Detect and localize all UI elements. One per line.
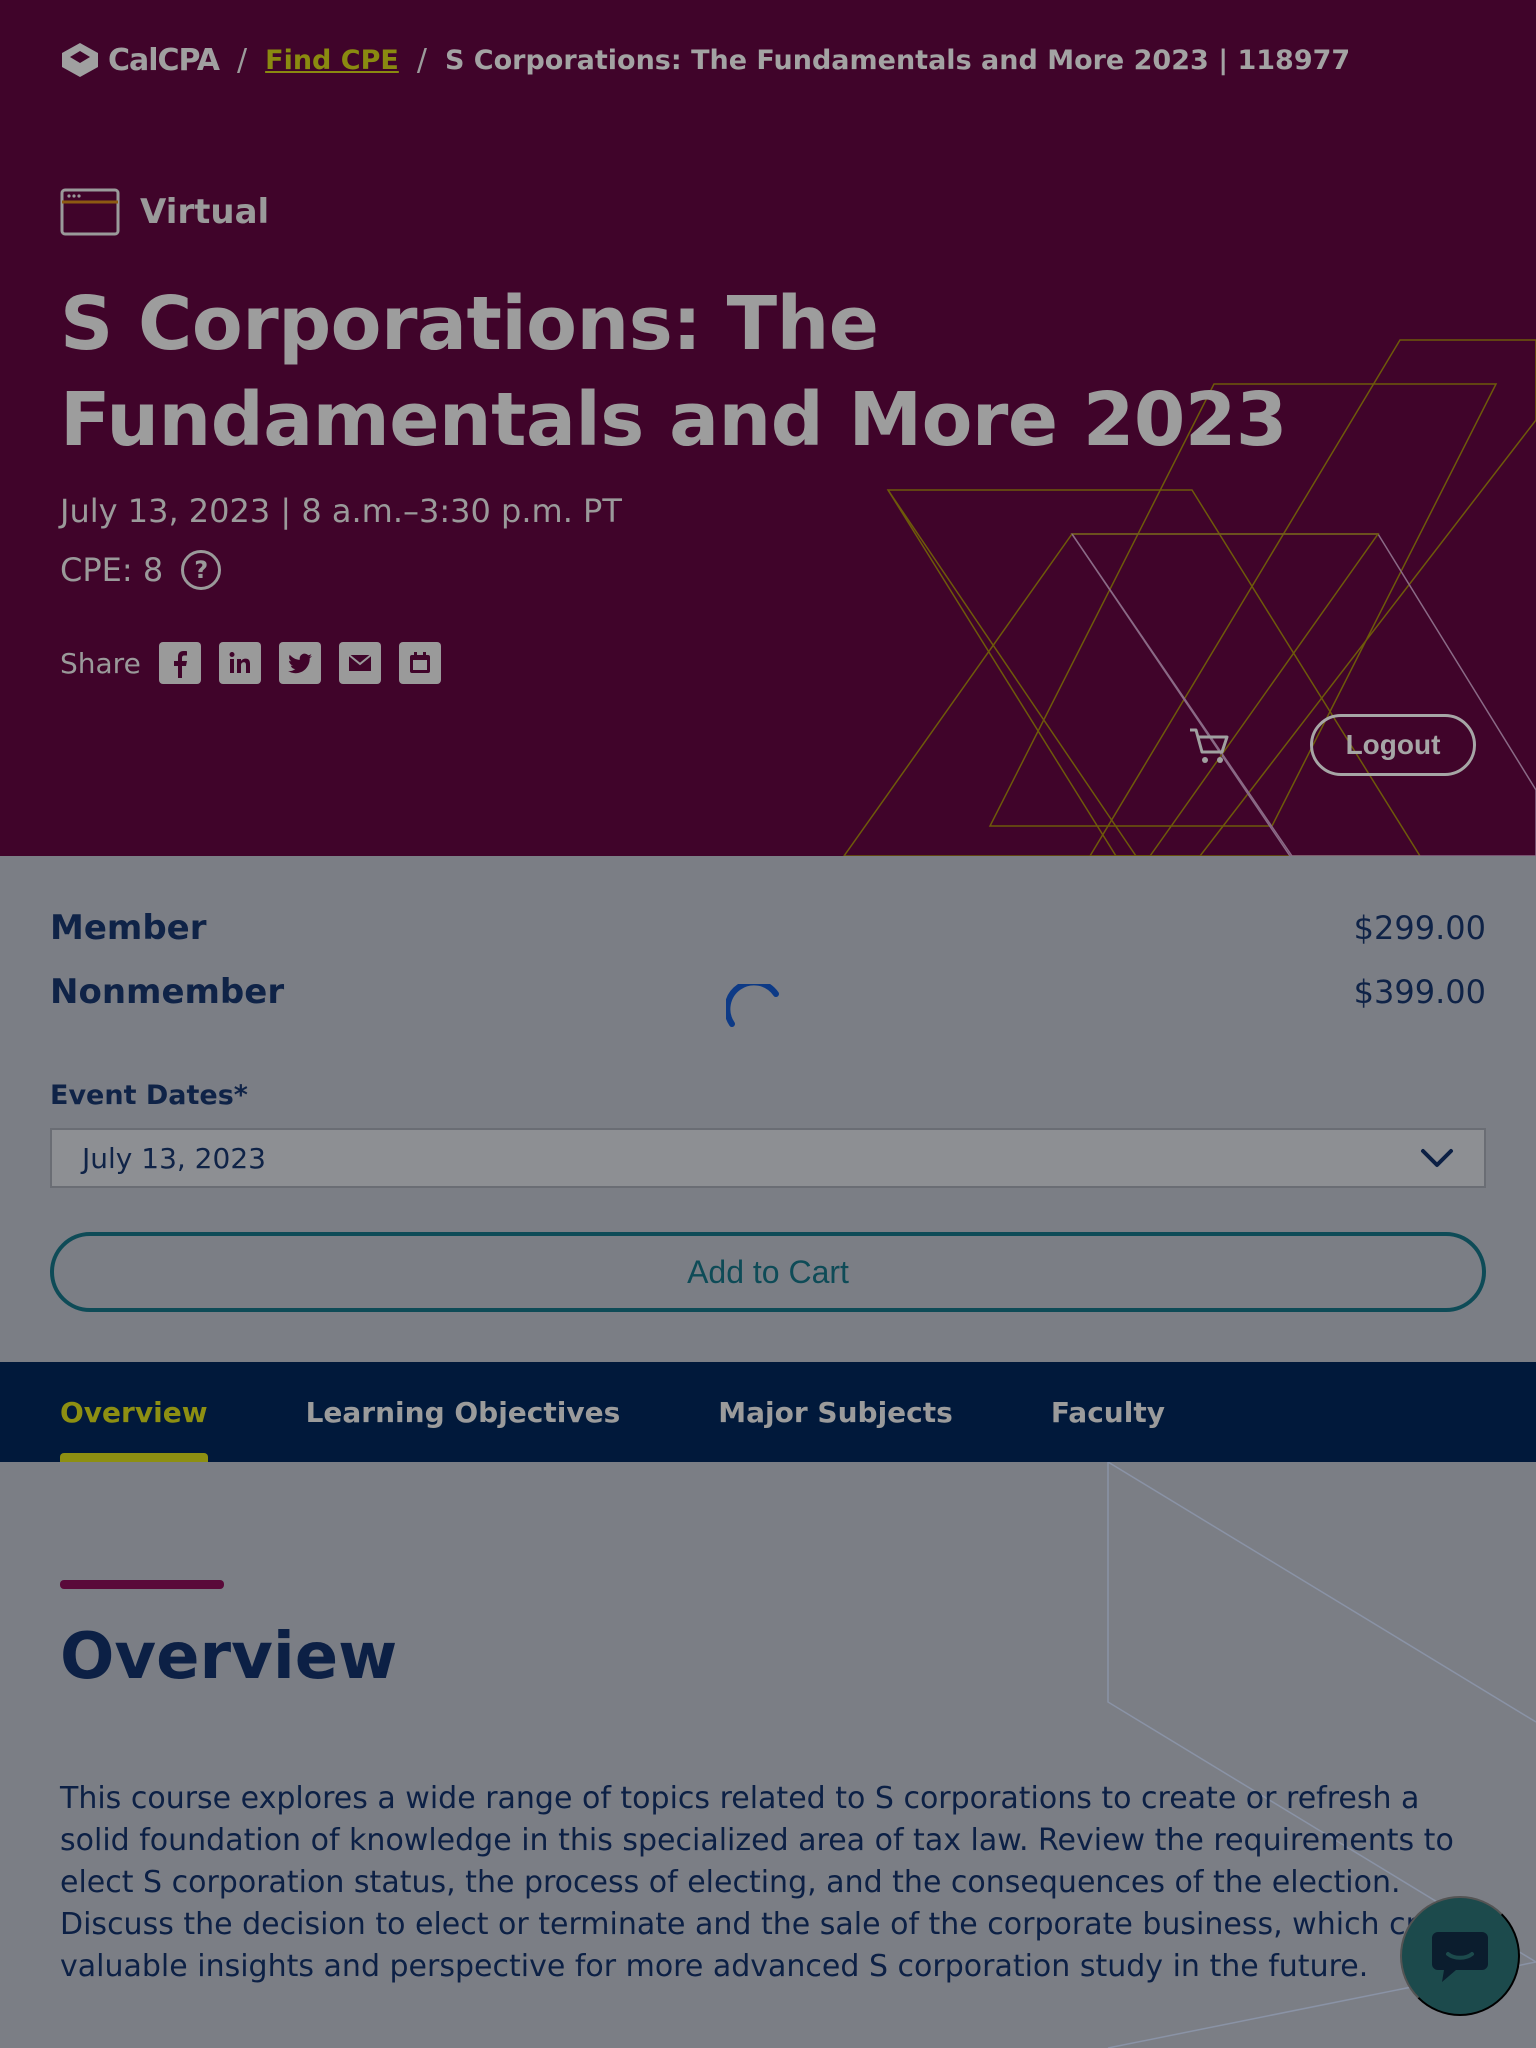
event-dates-label: Event Dates* — [50, 1080, 248, 1111]
chevron-down-icon — [1421, 1149, 1453, 1167]
price-label: Member — [50, 908, 207, 948]
calendar-icon[interactable] — [398, 642, 441, 684]
breadcrumb-separator: / — [237, 42, 248, 78]
event-date: July 13, 2023 | 8 a.m.–3:30 p.m. PT — [60, 492, 622, 530]
browser-window-icon — [60, 188, 120, 236]
overview-heading: Overview — [60, 1620, 398, 1694]
price-value: $299.00 — [1353, 909, 1486, 947]
linkedin-icon[interactable] — [218, 642, 261, 684]
add-to-cart-button[interactable]: Add to Cart — [50, 1232, 1486, 1312]
event-hero: CalCPA / Find CPE / S Corporations: The … — [0, 0, 1536, 856]
tab-major-subjects[interactable]: Major Subjects — [718, 1362, 953, 1462]
cpe-credits: CPE: 8 ? — [60, 550, 222, 590]
event-dates-select[interactable]: July 13, 2023 — [50, 1128, 1486, 1188]
event-title: S Corporations: The Fundamentals and Mor… — [60, 281, 1287, 463]
tab-faculty[interactable]: Faculty — [1051, 1362, 1165, 1462]
email-icon[interactable] — [338, 642, 381, 684]
tab-overview[interactable]: Overview — [60, 1362, 208, 1462]
price-row-member: Member $299.00 — [50, 908, 1486, 948]
overview-section: Overview This course explores a wide ran… — [0, 1462, 1536, 2048]
twitter-icon[interactable] — [278, 642, 321, 684]
share-bar: Share — [60, 642, 459, 684]
calcpa-logo[interactable]: CalCPA — [60, 41, 220, 79]
facebook-icon[interactable] — [158, 642, 201, 684]
breadcrumb-link-find-cpe[interactable]: Find CPE — [265, 45, 399, 76]
calcpa-logo-icon — [62, 43, 98, 77]
price-value: $399.00 — [1353, 973, 1486, 1011]
section-tabs: Overview Learning Objectives Major Subje… — [0, 1362, 1536, 1462]
help-icon[interactable]: ? — [181, 550, 222, 590]
event-format: Virtual — [60, 188, 269, 236]
breadcrumb: CalCPA / Find CPE / S Corporations: The … — [60, 38, 1350, 82]
chat-bubble-icon — [1432, 1932, 1488, 1982]
share-label: Share — [60, 646, 141, 680]
chat-button[interactable] — [1400, 1896, 1520, 2016]
selected-date: July 13, 2023 — [82, 1141, 266, 1175]
heading-accent-bar — [60, 1580, 224, 1589]
breadcrumb-current: S Corporations: The Fundamentals and Mor… — [444, 44, 1351, 76]
tab-learning-objectives[interactable]: Learning Objectives — [306, 1362, 621, 1462]
cart-icon[interactable] — [1186, 722, 1234, 770]
overview-body: This course explores a wide range of top… — [60, 1781, 1485, 1984]
breadcrumb-separator: / — [416, 42, 427, 78]
price-label: Nonmember — [50, 972, 285, 1012]
cpe-text: CPE: 8 — [60, 551, 164, 589]
format-label: Virtual — [140, 192, 270, 232]
loading-spinner-icon — [726, 984, 779, 1027]
logo-text: CalCPA — [108, 42, 220, 78]
logout-button[interactable]: Logout — [1310, 714, 1476, 776]
